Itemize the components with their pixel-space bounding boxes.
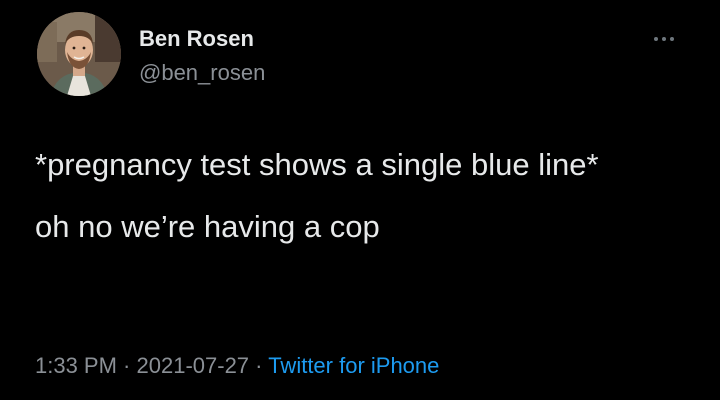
tweet-card: Ben Rosen @ben_rosen *pregnancy test sho…	[0, 0, 720, 400]
tweet-text: *pregnancy test shows a single blue line…	[35, 140, 655, 252]
more-dot	[670, 37, 674, 41]
more-dot	[654, 37, 658, 41]
tweet-time[interactable]: 1:33 PM	[35, 353, 117, 378]
tweet-date[interactable]: 2021-07-27	[137, 353, 250, 378]
meta-separator: ·	[249, 353, 269, 378]
avatar[interactable]	[37, 12, 121, 96]
tweet-source-link[interactable]: Twitter for iPhone	[268, 353, 439, 378]
meta-separator: ·	[116, 353, 137, 378]
handle[interactable]: @ben_rosen	[139, 60, 265, 86]
tweet-text-line: oh no we’re having a cop	[35, 209, 380, 244]
more-dot	[662, 37, 666, 41]
avatar-image	[37, 12, 121, 96]
tweet-meta: 1:33 PM · 2021-07-27 · Twitter for iPhon…	[35, 353, 439, 379]
tweet-text-line: *pregnancy test shows a single blue line…	[35, 147, 599, 182]
display-name[interactable]: Ben Rosen	[139, 26, 254, 52]
more-horizontal-icon[interactable]	[654, 34, 680, 44]
